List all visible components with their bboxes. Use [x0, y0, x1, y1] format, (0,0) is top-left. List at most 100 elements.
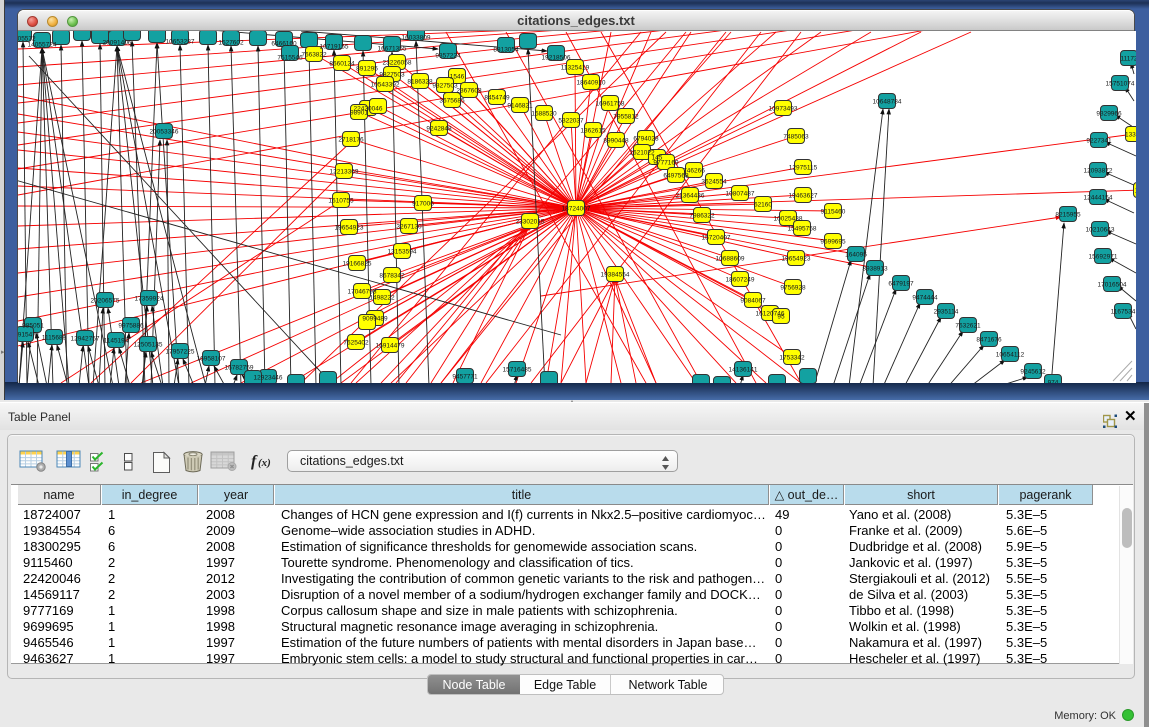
svg-text:6794028: 6794028 — [633, 136, 659, 143]
svg-text:16671355: 16671355 — [378, 46, 407, 53]
svg-text:1145194: 1145194 — [104, 338, 129, 345]
svg-text:6479197: 6479197 — [888, 281, 914, 288]
svg-text:7986322: 7986322 — [689, 213, 715, 220]
svg-text:10807487: 10807487 — [726, 191, 755, 198]
svg-text:12093872: 12093872 — [1084, 168, 1113, 175]
svg-text:17957225: 17957225 — [166, 349, 195, 356]
svg-text:3267130: 3267130 — [396, 224, 422, 231]
svg-text:3624554: 3624554 — [701, 179, 727, 186]
svg-text:13325: 13325 — [1125, 132, 1136, 139]
svg-text:19218506: 19218506 — [542, 55, 571, 62]
svg-text:18640910: 18640910 — [577, 80, 606, 87]
svg-text:12975115: 12975115 — [789, 165, 818, 172]
svg-text:62160: 62160 — [754, 202, 772, 209]
svg-text:5322037: 5322037 — [558, 118, 584, 125]
svg-text:12213369: 12213369 — [330, 169, 359, 176]
svg-text:985051: 985051 — [22, 323, 44, 330]
svg-text:891295: 891295 — [356, 66, 378, 73]
svg-text:974: 974 — [1048, 380, 1059, 384]
svg-text:1610755: 1610755 — [328, 198, 354, 205]
svg-text:7632621: 7632621 — [955, 323, 981, 330]
svg-text:15692971: 15692971 — [1089, 254, 1118, 261]
svg-text:9084067: 9084067 — [740, 298, 766, 305]
svg-text:19384554: 19384554 — [601, 272, 630, 279]
svg-text:7515546: 7515546 — [277, 55, 303, 62]
svg-text:16782759: 16782759 — [225, 365, 254, 372]
svg-text:1115689: 1115689 — [42, 335, 67, 342]
svg-text:17359924: 17359924 — [135, 296, 164, 303]
svg-text:2718176: 2718176 — [338, 137, 364, 144]
svg-text:14136141: 14136141 — [729, 367, 758, 374]
svg-text:9357224: 9357224 — [435, 53, 461, 60]
svg-text:12923446: 12923446 — [254, 375, 283, 382]
svg-text:1167534: 1167534 — [1111, 309, 1136, 316]
svg-text:(x): (x) — [258, 457, 271, 469]
svg-text:10653287: 10653287 — [166, 39, 195, 46]
svg-text:10543392: 10543392 — [371, 82, 400, 89]
svg-text:1753342: 1753342 — [779, 355, 805, 362]
svg-text:3675685: 3675685 — [439, 98, 465, 105]
svg-text:9329966: 9329966 — [1096, 111, 1122, 118]
svg-text:1797: 1797 — [1135, 188, 1136, 195]
svg-text:20206575: 20206575 — [91, 298, 120, 305]
svg-text:1362615: 1362615 — [580, 128, 606, 135]
svg-text:9242848: 9242848 — [426, 126, 452, 133]
svg-text:10719155: 10719155 — [320, 44, 349, 51]
svg-text:16961758: 16961758 — [596, 101, 625, 108]
svg-text:917006: 917006 — [412, 201, 434, 208]
svg-text:19463627: 19463627 — [789, 193, 818, 200]
svg-text:16033809: 16033809 — [402, 35, 431, 42]
svg-text:9245612: 9245612 — [1020, 369, 1046, 376]
svg-text:15495758: 15495758 — [788, 226, 817, 233]
svg-text:391547: 391547 — [18, 332, 36, 339]
svg-text:8215955: 8215955 — [1055, 212, 1081, 219]
svg-text:8678342: 8678342 — [379, 273, 405, 280]
svg-text:9827503: 9827503 — [379, 72, 405, 79]
svg-text:9975886: 9975886 — [118, 323, 144, 330]
svg-text:1546: 1546 — [450, 74, 465, 81]
svg-text:6497568: 6497568 — [663, 173, 689, 180]
svg-text:f: f — [251, 453, 258, 470]
svg-text:17016504: 17016504 — [1098, 282, 1127, 289]
svg-text:15716485: 15716485 — [503, 367, 532, 374]
svg-text:10025438: 10025438 — [774, 216, 803, 223]
svg-text:20091406: 20091406 — [103, 40, 132, 47]
svg-text:10210643: 10210643 — [1086, 227, 1115, 234]
svg-text:7663822: 7663822 — [301, 52, 327, 59]
svg-text:1588520: 1588520 — [531, 111, 557, 118]
svg-text:1527602: 1527602 — [218, 40, 244, 47]
svg-text:10648784: 10648784 — [873, 99, 902, 106]
svg-text:8186328: 8186328 — [407, 79, 433, 86]
svg-text:8454749: 8454749 — [484, 95, 510, 102]
svg-text:10654112: 10654112 — [996, 352, 1025, 359]
svg-text:18607249: 18607249 — [726, 277, 755, 284]
svg-text:11325419: 11325419 — [561, 65, 590, 72]
svg-text:9474444: 9474444 — [912, 295, 938, 302]
svg-text:20053346: 20053346 — [150, 129, 179, 136]
svg-text:9146821: 9146821 — [507, 103, 533, 110]
svg-text:8660124: 8660124 — [329, 61, 355, 68]
svg-text:9756928: 9756928 — [780, 285, 806, 292]
svg-text:10688609: 10688609 — [716, 256, 745, 263]
svg-text:2367608: 2367608 — [456, 88, 482, 95]
svg-text:23226058: 23226058 — [383, 60, 412, 67]
svg-text:23302015: 23302015 — [516, 219, 545, 226]
svg-text:9699695: 9699695 — [820, 239, 846, 246]
svg-text:12505135: 12505135 — [134, 342, 163, 349]
svg-text:10973493: 10973493 — [769, 106, 798, 113]
svg-text:18724007: 18724007 — [562, 206, 591, 213]
svg-text:16914479: 16914479 — [376, 343, 405, 350]
svg-text:9327503: 9327503 — [432, 83, 458, 90]
svg-text:98901: 98901 — [350, 110, 368, 117]
svg-text:15720407: 15720407 — [702, 235, 731, 242]
svg-text:7485063: 7485063 — [783, 134, 809, 141]
svg-text:14055724: 14055724 — [28, 42, 57, 49]
svg-text:9777169: 9777169 — [653, 160, 679, 167]
svg-text:9457771: 9457771 — [452, 374, 478, 381]
svg-text:19654923: 19654923 — [782, 256, 811, 263]
svg-text:7955812: 7955812 — [613, 114, 639, 121]
svg-text:95: 95 — [777, 314, 785, 321]
svg-text:7625402: 7625402 — [343, 340, 369, 347]
svg-text:16958107: 16958107 — [197, 356, 226, 363]
svg-text:12942757: 12942757 — [71, 336, 100, 343]
